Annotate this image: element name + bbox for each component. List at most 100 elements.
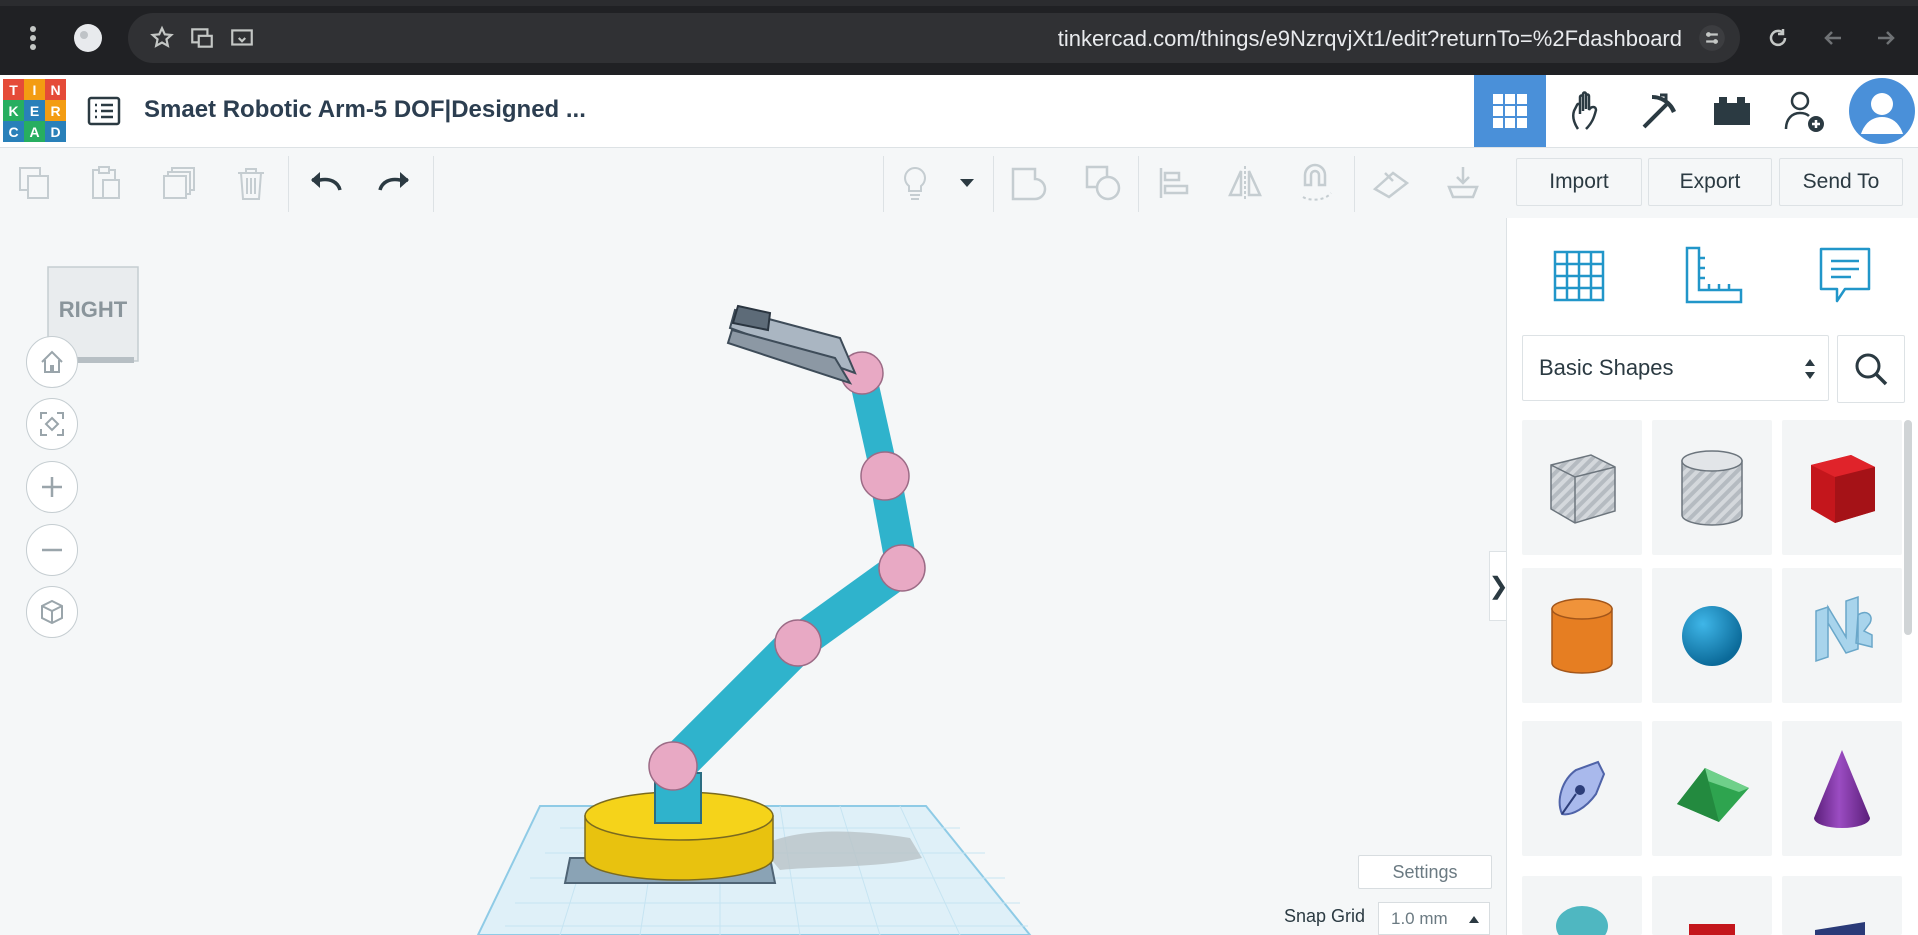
- shape-tile-scribble[interactable]: [1522, 721, 1642, 856]
- tune-icon[interactable]: [1694, 20, 1730, 56]
- menu-dots-icon[interactable]: [15, 20, 51, 56]
- add-user-icon: [1784, 91, 1824, 132]
- workplane-grid-tool[interactable]: [1541, 238, 1617, 314]
- invite-button[interactable]: [1768, 75, 1840, 147]
- url-text[interactable]: tinkercad.com/things/e9NzrqvjXt1/edit?re…: [1058, 26, 1682, 52]
- home-view-button[interactable]: [26, 336, 78, 388]
- home-icon: [41, 350, 63, 373]
- notes-tool[interactable]: [1807, 238, 1883, 314]
- settings-button[interactable]: Settings: [1358, 855, 1492, 889]
- drop-icon: [1447, 167, 1479, 199]
- shape-tile-text[interactable]: [1782, 568, 1902, 703]
- ruler-tool[interactable]: [1675, 238, 1751, 314]
- chevron-down-icon: [960, 179, 974, 187]
- panel-collapse-button[interactable]: ❯: [1488, 551, 1506, 621]
- logo-letter: D: [45, 121, 66, 142]
- notes-dropdown[interactable]: [947, 160, 987, 206]
- shape-tile-cylinder-striped[interactable]: [1652, 420, 1772, 555]
- scene-canvas[interactable]: [0, 218, 1506, 935]
- shape-tile-cylinder[interactable]: [1522, 568, 1642, 703]
- undo-icon: [311, 172, 342, 191]
- snap-grid-value: 1.0 mm: [1391, 909, 1448, 928]
- translate-icon[interactable]: [184, 20, 220, 56]
- export-button[interactable]: Export: [1648, 158, 1772, 206]
- red-box-icon: [1811, 454, 1875, 523]
- shape-tile-box-striped[interactable]: [1522, 420, 1642, 555]
- panel-scrollbar[interactable]: [1904, 420, 1912, 635]
- copy-icon: [19, 167, 49, 199]
- teal-shape-icon: [1556, 906, 1608, 935]
- import-button[interactable]: Import: [1516, 158, 1642, 206]
- sim-lab-button[interactable]: [1552, 75, 1624, 147]
- back-icon[interactable]: [1815, 20, 1851, 56]
- cast-icon[interactable]: [224, 20, 260, 56]
- shape-tile-partial[interactable]: [1522, 876, 1642, 935]
- shape-tile-sphere[interactable]: [1652, 568, 1772, 703]
- align-button[interactable]: [1151, 160, 1197, 206]
- avatar-icon: [1849, 78, 1915, 144]
- redo-icon: [378, 172, 409, 191]
- star-icon[interactable]: [144, 20, 180, 56]
- minecraft-button[interactable]: [1624, 75, 1696, 147]
- shape-tile-partial[interactable]: [1782, 876, 1902, 935]
- account-avatar[interactable]: [1846, 75, 1918, 147]
- shapes-panel: Basic Shapes: [1506, 218, 1918, 935]
- bricks-button[interactable]: [1696, 75, 1768, 147]
- logo-letter: E: [24, 100, 45, 121]
- design-list-icon[interactable]: [86, 93, 122, 129]
- cruise-button[interactable]: [1294, 160, 1340, 206]
- profile-icon[interactable]: [70, 20, 106, 56]
- ungroup-button[interactable]: [1080, 160, 1126, 206]
- striped-cylinder-icon: [1681, 449, 1743, 526]
- red-shape-icon: [1689, 924, 1735, 935]
- logo-letter: C: [3, 121, 24, 142]
- zoom-out-button[interactable]: [26, 524, 78, 576]
- reload-icon[interactable]: [1760, 20, 1796, 56]
- notes-button[interactable]: [892, 160, 938, 206]
- paste-icon: [92, 166, 120, 199]
- sphere-icon: [1682, 605, 1742, 666]
- shape-tile-box[interactable]: [1782, 420, 1902, 555]
- shape-tile-cone[interactable]: [1782, 721, 1902, 856]
- zoom-in-button[interactable]: [26, 461, 78, 513]
- fit-view-button[interactable]: [26, 398, 78, 450]
- shape-tile-partial[interactable]: [1652, 876, 1772, 935]
- gripper[interactable]: [726, 304, 857, 385]
- lightbulb-icon: [904, 166, 926, 200]
- mirror-button[interactable]: [1222, 160, 1268, 206]
- logo-letter: A: [24, 121, 45, 142]
- 3d-design-button[interactable]: [1474, 75, 1546, 147]
- grid-plane-icon: [1553, 250, 1605, 302]
- forward-icon[interactable]: [1868, 20, 1904, 56]
- group-button[interactable]: [1006, 160, 1052, 206]
- delete-button[interactable]: [228, 160, 274, 206]
- undo-button[interactable]: [302, 160, 348, 206]
- sort-icon: [1805, 359, 1815, 379]
- projection-button[interactable]: [26, 586, 78, 638]
- copy-button[interactable]: [12, 160, 58, 206]
- mirror-icon: [1228, 166, 1262, 200]
- align-icon: [1159, 168, 1189, 198]
- paste-button[interactable]: [83, 160, 129, 206]
- drop-button[interactable]: [1440, 160, 1486, 206]
- duplicate-button[interactable]: [156, 160, 202, 206]
- tinkercad-logo[interactable]: T I N K E R C A D: [3, 79, 67, 143]
- brick-icon: [1714, 97, 1750, 125]
- tab-strip: [0, 0, 1918, 6]
- logo-letter: K: [3, 100, 24, 121]
- toolbar-divider: [883, 156, 884, 212]
- shape-tile-roof[interactable]: [1652, 721, 1772, 856]
- text-shape-icon: [1815, 595, 1873, 662]
- shape-search-button[interactable]: [1837, 335, 1905, 403]
- shape-category-select[interactable]: Basic Shapes: [1522, 335, 1829, 401]
- 3d-workspace[interactable]: RIGHT ❯: [0, 218, 1506, 935]
- view-cube-label: RIGHT: [58, 297, 128, 322]
- workplane-button[interactable]: [1368, 160, 1414, 206]
- redo-button[interactable]: [372, 160, 418, 206]
- snap-grid-select[interactable]: 1.0 mm: [1378, 902, 1490, 935]
- send-to-button[interactable]: Send To: [1779, 158, 1903, 206]
- snap-grid-label: Snap Grid: [1284, 906, 1366, 926]
- roof-icon: [1677, 767, 1749, 822]
- design-title[interactable]: Smaet Robotic Arm-5 DOF|Designed ...: [144, 96, 586, 124]
- magnet-icon: [1302, 163, 1332, 201]
